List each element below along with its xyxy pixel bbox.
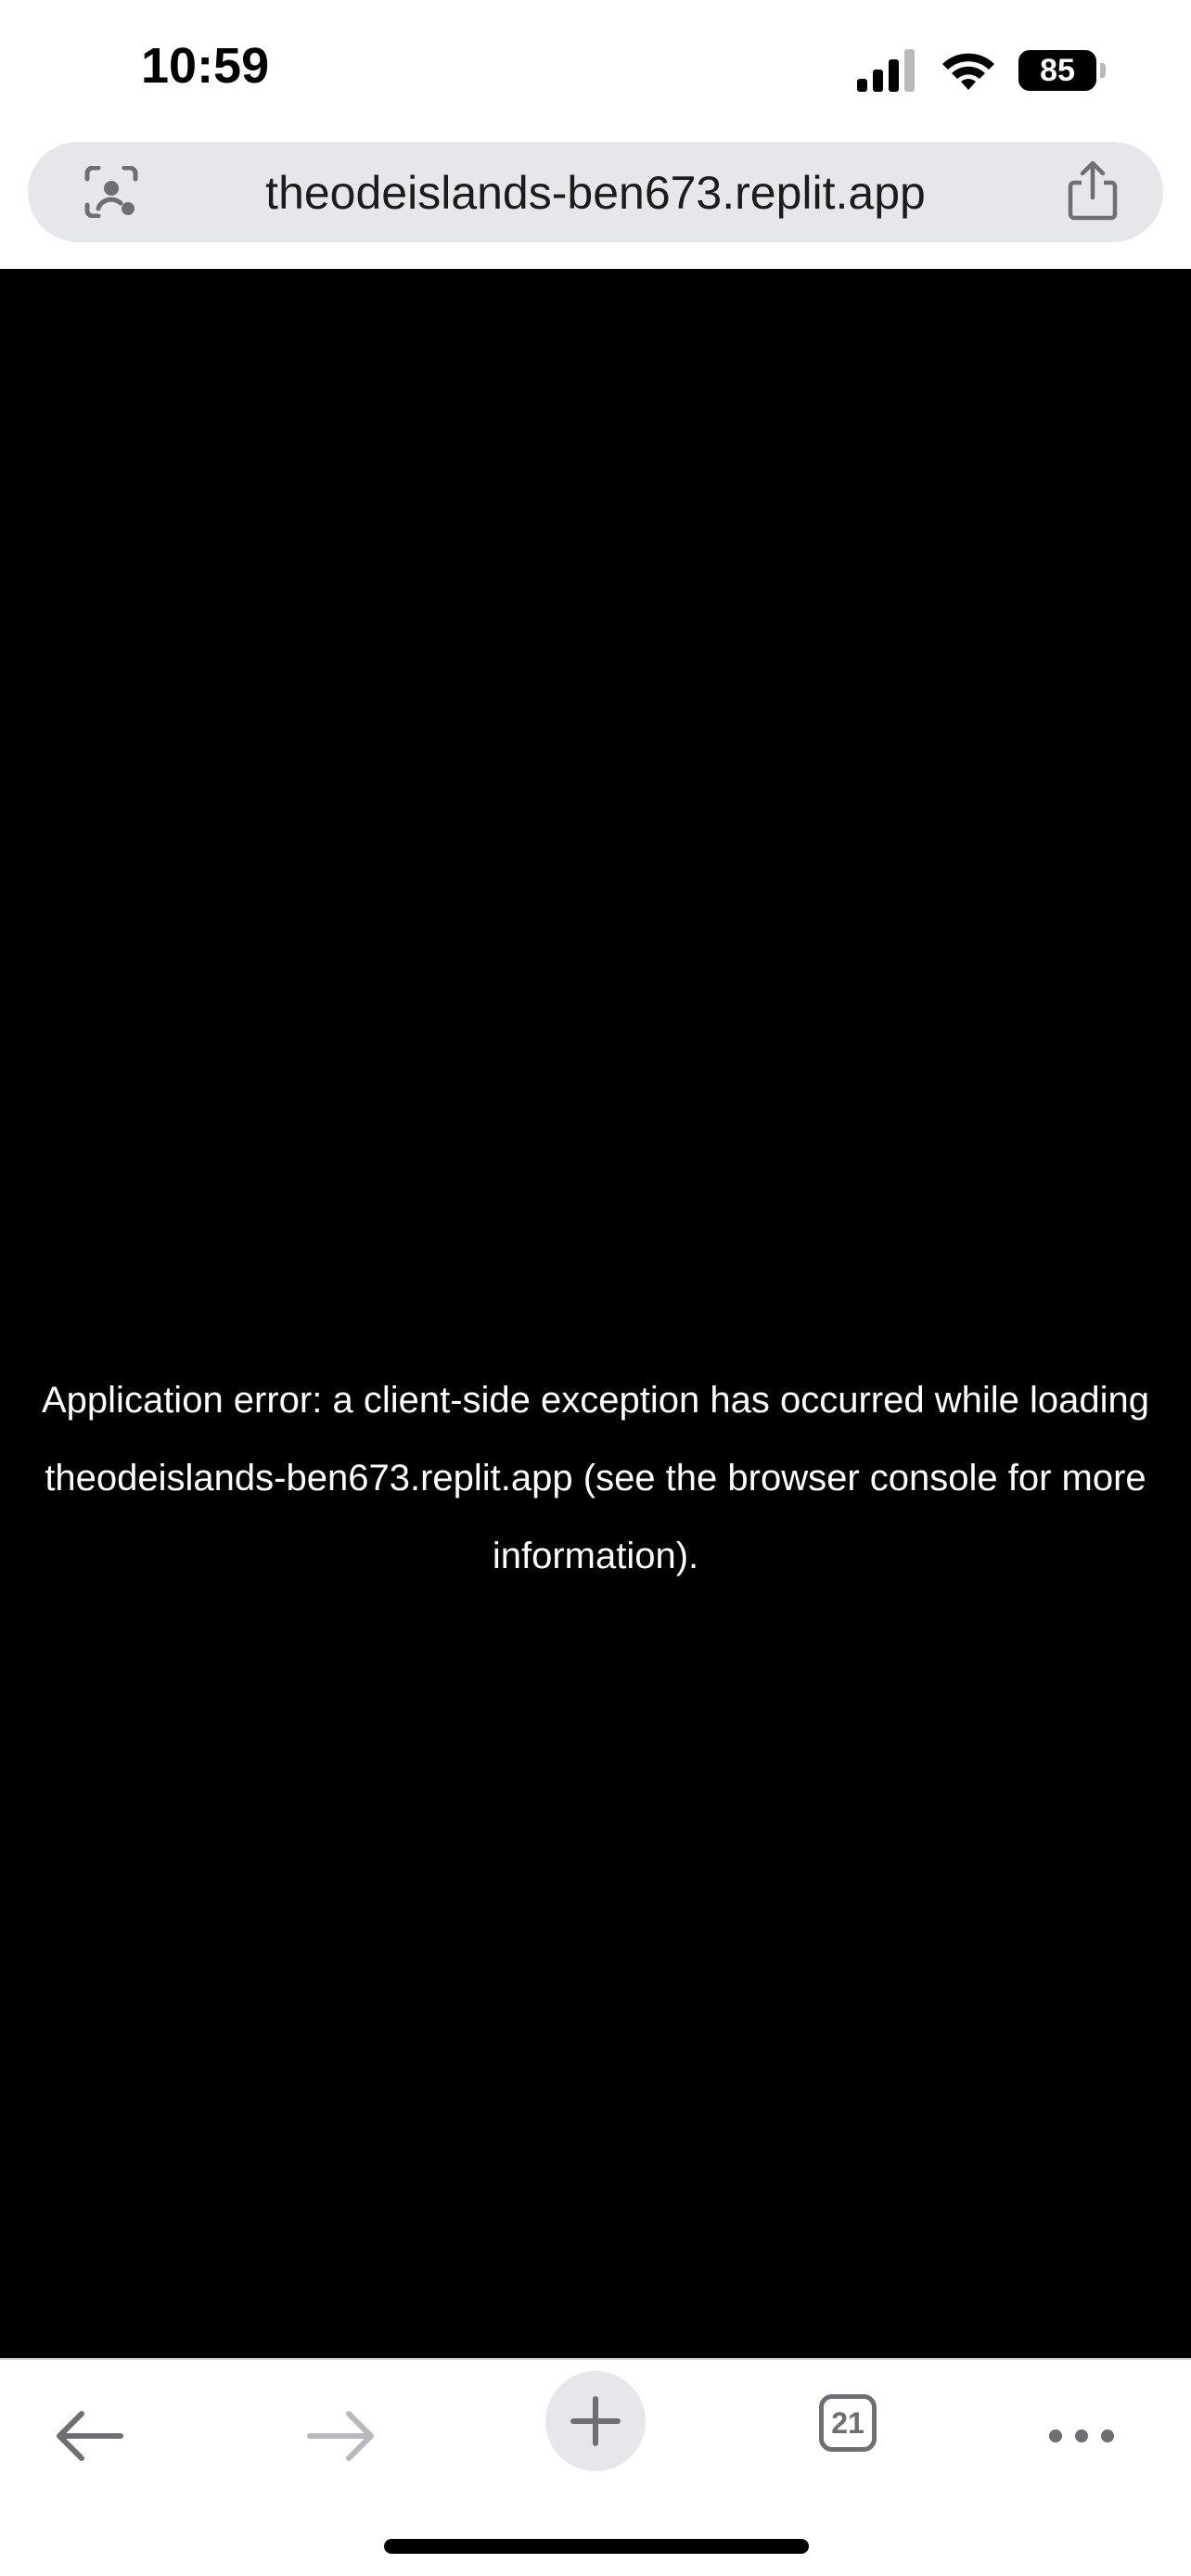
forward-button[interactable] (304, 2399, 378, 2473)
browser-screen: 10:59 85 theodeislands-ben673.replit.app… (0, 0, 1191, 2576)
error-message: Application error: a client-side excepti… (42, 1380, 1149, 1576)
more-button[interactable] (1044, 2399, 1119, 2473)
address-url[interactable]: theodeislands-ben673.replit.app (28, 167, 1163, 219)
more-icon (1049, 2429, 1114, 2442)
signal-icon (857, 49, 915, 92)
address-bar[interactable]: theodeislands-ben673.replit.app (28, 142, 1163, 242)
status-icons: 85 (855, 45, 1106, 96)
new-tab-button[interactable] (545, 2371, 646, 2471)
status-bar: 10:59 85 (0, 0, 1191, 139)
battery-body: 85 (1018, 50, 1096, 91)
home-indicator[interactable] (384, 2539, 809, 2554)
status-time: 10:59 (141, 38, 270, 94)
battery-tip (1100, 63, 1106, 78)
page-content: Application error: a client-side excepti… (0, 269, 1191, 2358)
wifi-icon (942, 53, 994, 90)
plus-icon (570, 2396, 621, 2446)
tabs-button[interactable]: 21 (814, 2390, 881, 2456)
back-arrow-icon (57, 2411, 123, 2461)
forward-arrow-icon (307, 2411, 374, 2461)
battery-level: 85 (1040, 53, 1075, 88)
back-button[interactable] (52, 2399, 126, 2473)
battery-icon: 85 (1018, 50, 1106, 91)
share-icon[interactable] (1065, 160, 1121, 222)
tab-count: 21 (819, 2394, 877, 2452)
